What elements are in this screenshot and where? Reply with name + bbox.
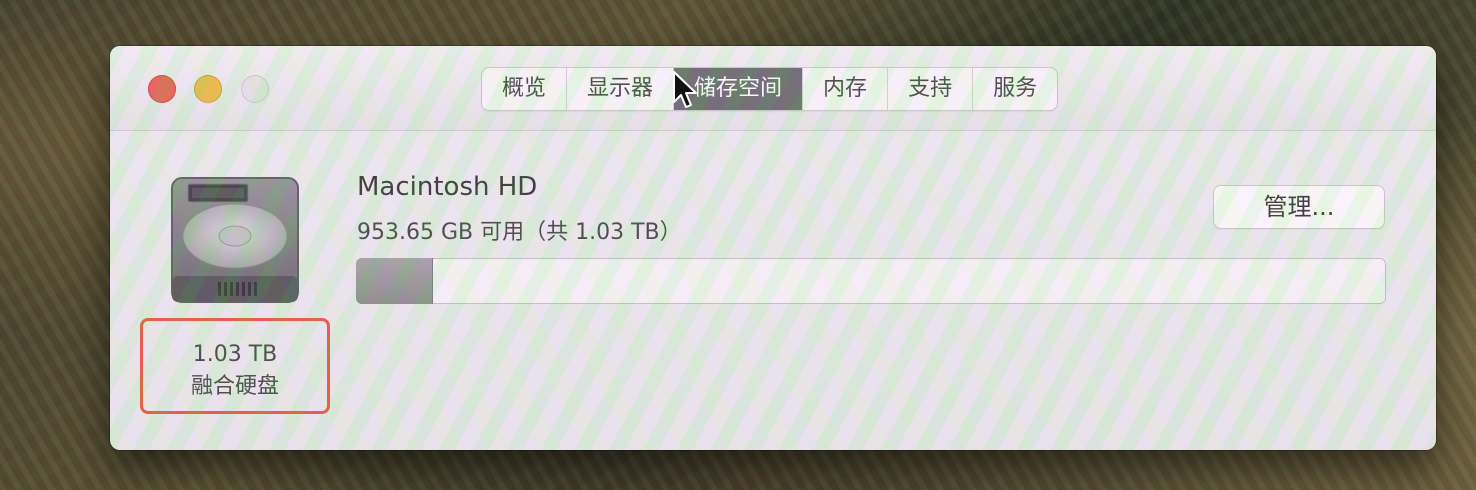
mouse-pointer-icon xyxy=(673,71,697,108)
disk-type: 融合硬盘 xyxy=(190,374,279,399)
about-this-mac-window: 概览 显示器 储存空间 内存 支持 服务 1.03 TB 融合硬盘 Macint… xyxy=(110,46,1436,450)
storage-used-segment xyxy=(356,258,434,304)
tab-support[interactable]: 支持 xyxy=(888,68,974,110)
manage-button[interactable]: 管理... xyxy=(1214,186,1384,228)
tab-service[interactable]: 服务 xyxy=(973,68,1057,110)
zoom-button[interactable] xyxy=(241,75,269,103)
title-bar: 概览 显示器 储存空间 内存 支持 服务 xyxy=(110,46,1436,131)
disk-info-highlight: 1.03 TB 融合硬盘 xyxy=(140,318,330,414)
disk-capacity: 1.03 TB xyxy=(192,342,278,367)
tab-displays[interactable]: 显示器 xyxy=(567,68,675,110)
tab-bar: 概览 显示器 储存空间 内存 支持 服务 xyxy=(482,68,1058,110)
storage-usage-bar xyxy=(356,258,1386,304)
tab-memory[interactable]: 内存 xyxy=(803,68,889,110)
hard-drive-icon xyxy=(171,177,299,303)
volume-free-space: 953.65 GB 可用（共 1.03 TB） xyxy=(357,220,682,245)
volume-name: Macintosh HD xyxy=(357,172,538,202)
tab-overview[interactable]: 概览 xyxy=(482,68,568,110)
minimize-button[interactable] xyxy=(194,75,222,103)
close-button[interactable] xyxy=(148,75,176,103)
